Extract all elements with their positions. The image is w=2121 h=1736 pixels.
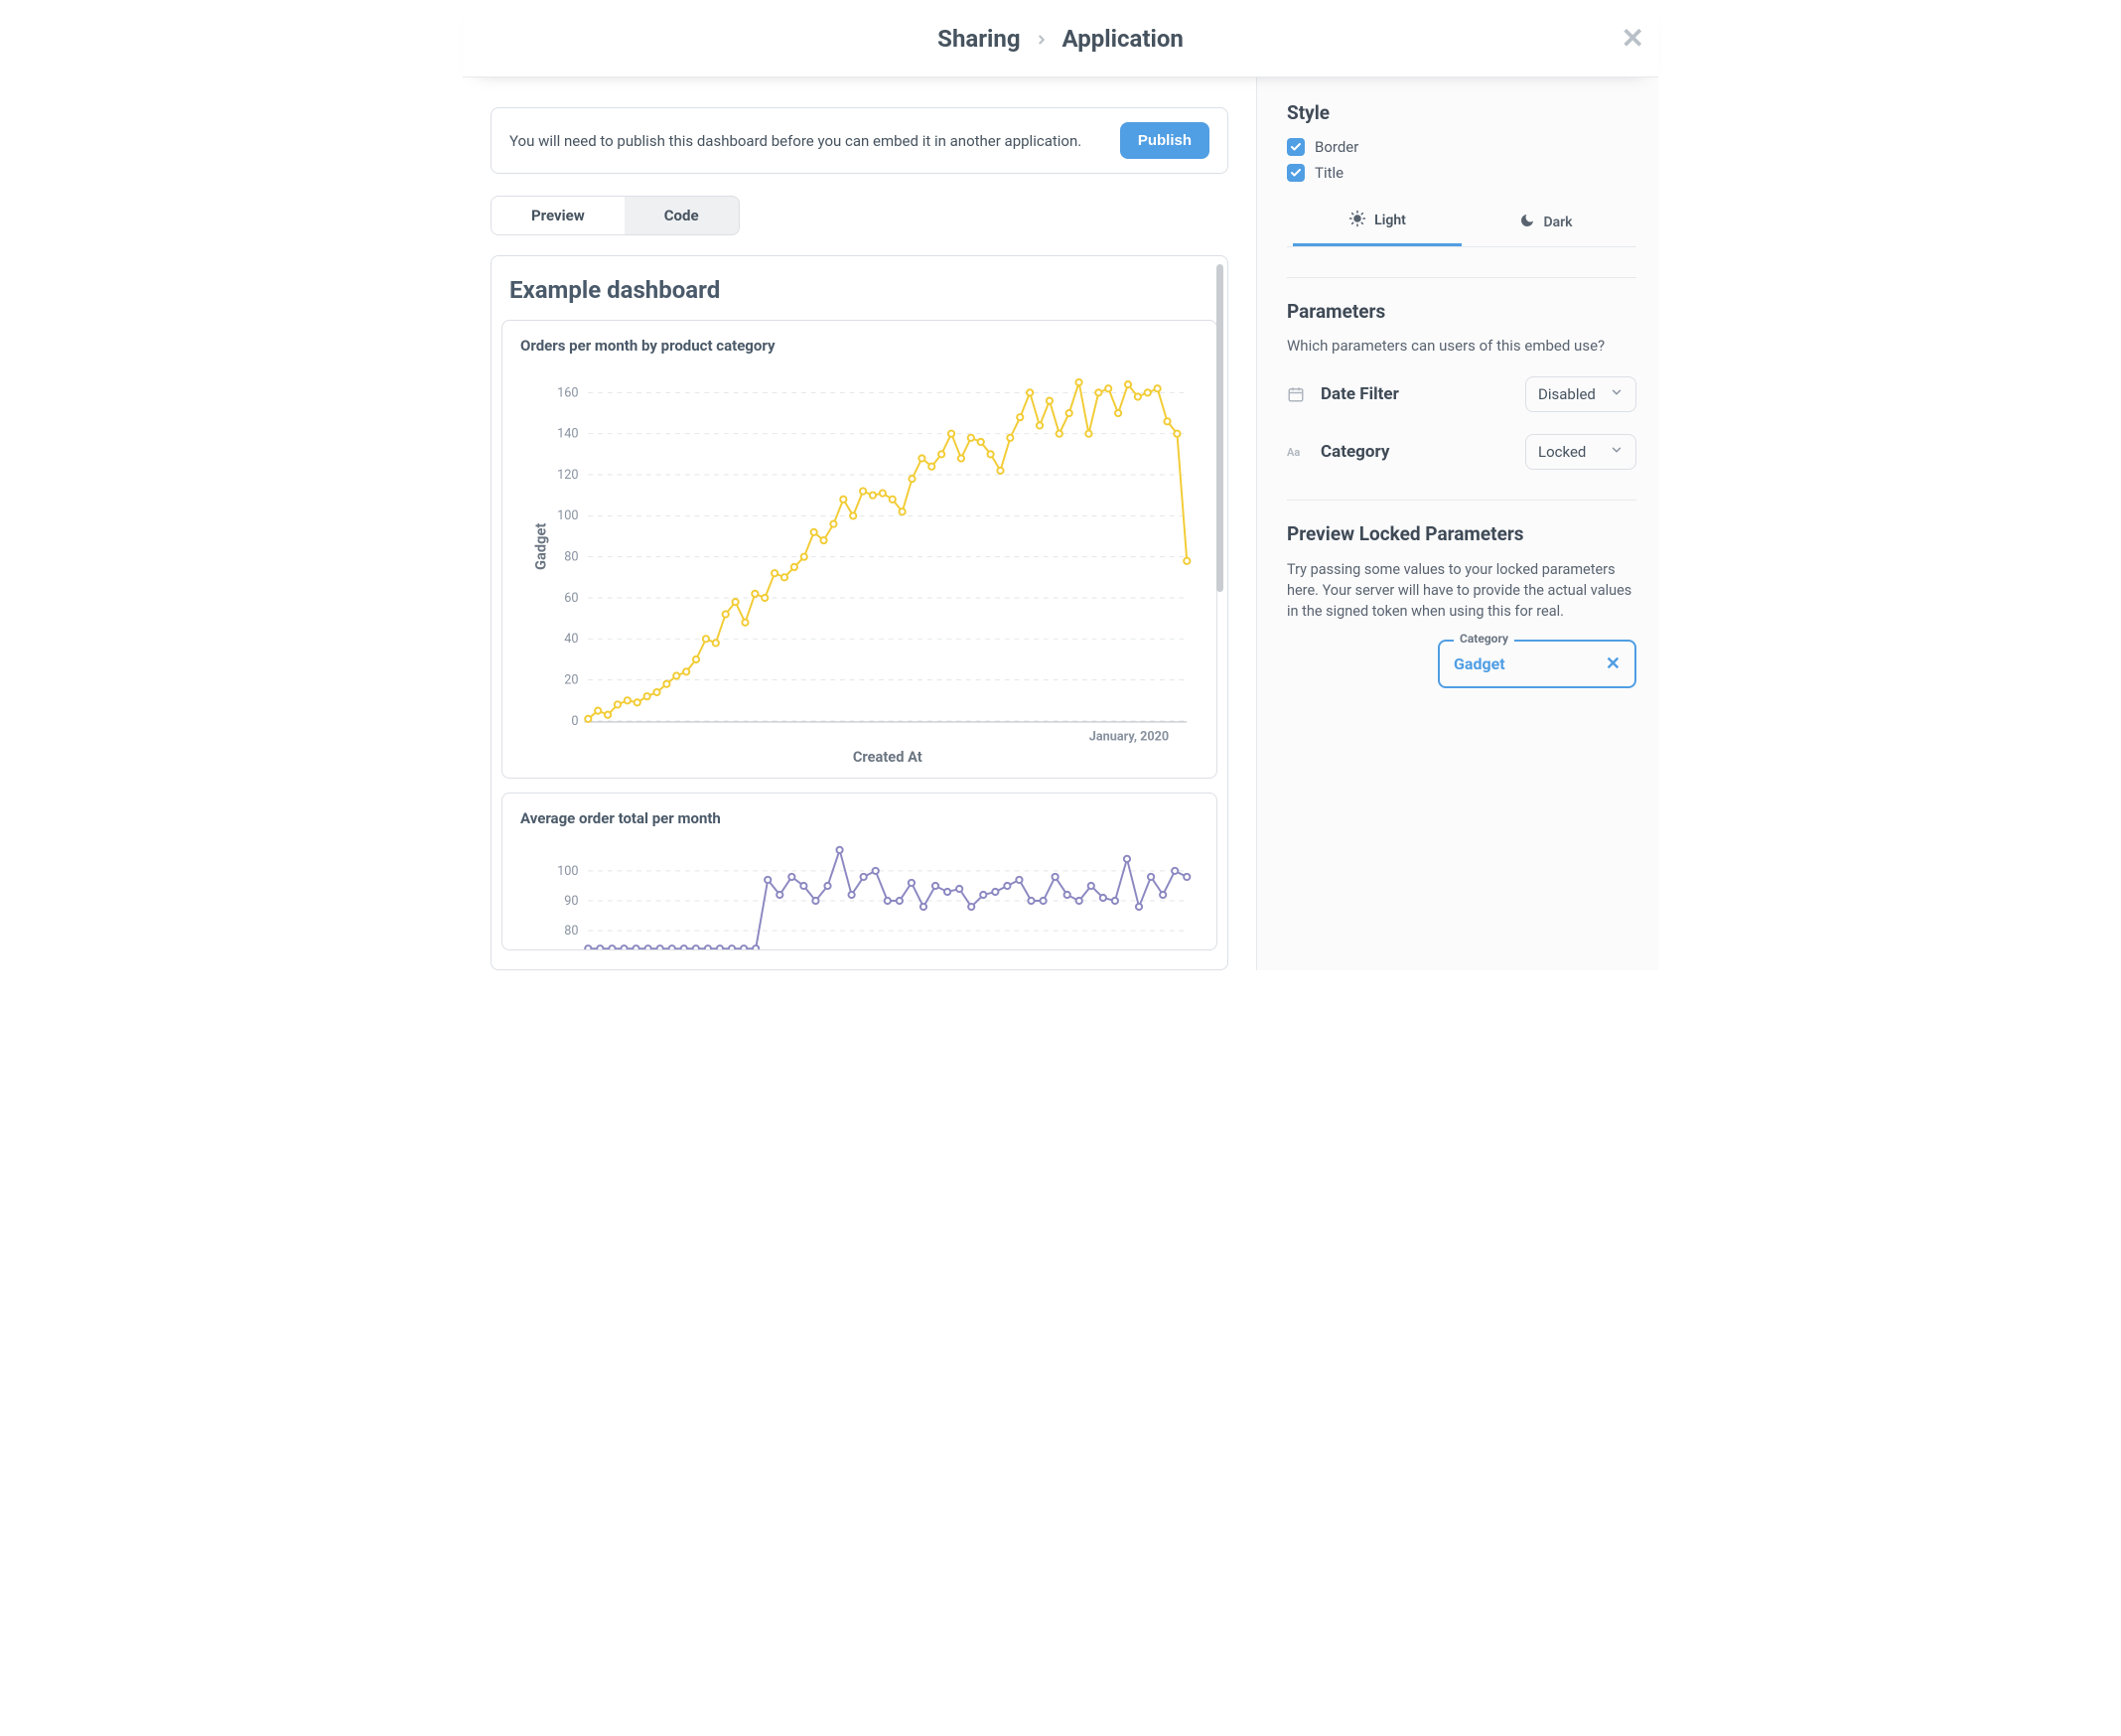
scrollbar-thumb[interactable] [1216, 264, 1223, 592]
locked-param-legend: Category [1454, 632, 1514, 646]
preview-code-tabs: Preview Code [491, 196, 740, 235]
publish-banner: You will need to publish this dashboard … [491, 107, 1228, 174]
svg-text:Created At: Created At [853, 748, 922, 766]
text-icon: Aa [1287, 446, 1305, 459]
tab-code[interactable]: Code [625, 197, 739, 234]
param-select-category[interactable]: Locked [1525, 434, 1636, 470]
svg-text:20: 20 [564, 673, 578, 688]
style-heading: Style [1287, 101, 1636, 124]
parameters-description: Which parameters can users of this embed… [1287, 337, 1636, 355]
modal-header: Sharing Application ✕ [463, 0, 1658, 77]
sun-icon [1348, 210, 1366, 231]
svg-text:120: 120 [557, 468, 578, 483]
theme-tab-dark[interactable]: Dark [1462, 200, 1630, 246]
param-name: Category [1321, 442, 1389, 462]
preview-locked-heading: Preview Locked Parameters [1287, 522, 1636, 545]
divider [1287, 500, 1636, 501]
right-panel: Style Border Title Light [1257, 77, 1658, 970]
svg-text:Gadget: Gadget [531, 523, 549, 570]
dashboard-title: Example dashboard [492, 276, 1227, 320]
checkbox-title[interactable] [1287, 164, 1305, 182]
chevron-down-icon [1610, 443, 1624, 461]
svg-text:60: 60 [564, 591, 578, 606]
publish-button[interactable]: Publish [1120, 122, 1209, 159]
chart-card-average: Average order total per month 80 90 100 [501, 793, 1217, 950]
theme-dark-label: Dark [1543, 215, 1572, 230]
divider [1287, 277, 1636, 278]
checkbox-border[interactable] [1287, 138, 1305, 156]
param-name: Date Filter [1321, 384, 1399, 404]
svg-text:40: 40 [564, 632, 578, 647]
chart-title: Orders per month by product category [520, 337, 1199, 355]
chevron-down-icon [1610, 385, 1624, 403]
breadcrumb-current: Application [1062, 25, 1184, 53]
parameters-heading: Parameters [1287, 300, 1636, 323]
param-row-category: Aa Category Locked [1287, 434, 1636, 470]
svg-text:100: 100 [557, 508, 578, 523]
moon-icon [1519, 213, 1535, 232]
checkbox-title-row: Title [1287, 164, 1636, 182]
chevron-right-icon [1035, 25, 1049, 53]
checkbox-border-row: Border [1287, 138, 1636, 156]
theme-light-label: Light [1374, 213, 1406, 228]
theme-tab-light[interactable]: Light [1293, 200, 1462, 246]
dashboard-preview: Example dashboard Orders per month by pr… [491, 255, 1228, 970]
select-value: Disabled [1538, 385, 1596, 403]
theme-tabs: Light Dark [1287, 200, 1636, 247]
orders-line-chart: 0 20 40 60 80 100 120 140 160 Gadget Created At Jan… [520, 361, 1199, 768]
publish-message: You will need to publish this dashboard … [509, 132, 1081, 150]
breadcrumb: Sharing Application [937, 25, 1184, 53]
svg-text:80: 80 [564, 550, 578, 565]
locked-param-field[interactable]: Category Gadget ✕ [1438, 640, 1636, 688]
param-row-date-filter: Date Filter Disabled [1287, 376, 1636, 412]
svg-text:140: 140 [557, 427, 578, 442]
svg-text:160: 160 [557, 385, 578, 400]
preview-locked-description: Try passing some values to your locked p… [1287, 559, 1636, 622]
checkbox-border-label: Border [1315, 138, 1358, 156]
left-panel: You will need to publish this dashboard … [463, 77, 1257, 970]
chart-card-orders: Orders per month by product category 0 20… [501, 320, 1217, 779]
close-icon[interactable]: ✕ [1622, 22, 1644, 55]
chart-title: Average order total per month [520, 809, 1199, 827]
svg-text:90: 90 [564, 894, 578, 909]
breadcrumb-root[interactable]: Sharing [937, 25, 1020, 53]
svg-text:0: 0 [571, 714, 578, 729]
svg-text:100: 100 [557, 864, 578, 879]
locked-param-value: Gadget [1454, 654, 1505, 673]
svg-text:January, 2020: January, 2020 [1089, 729, 1169, 744]
param-select-date-filter[interactable]: Disabled [1525, 376, 1636, 412]
tab-preview[interactable]: Preview [492, 197, 625, 234]
checkbox-title-label: Title [1315, 164, 1343, 182]
average-line-chart: 80 90 100 [520, 833, 1199, 949]
calendar-icon [1287, 385, 1305, 403]
select-value: Locked [1538, 443, 1586, 461]
svg-text:80: 80 [564, 924, 578, 939]
clear-icon[interactable]: ✕ [1606, 653, 1621, 674]
